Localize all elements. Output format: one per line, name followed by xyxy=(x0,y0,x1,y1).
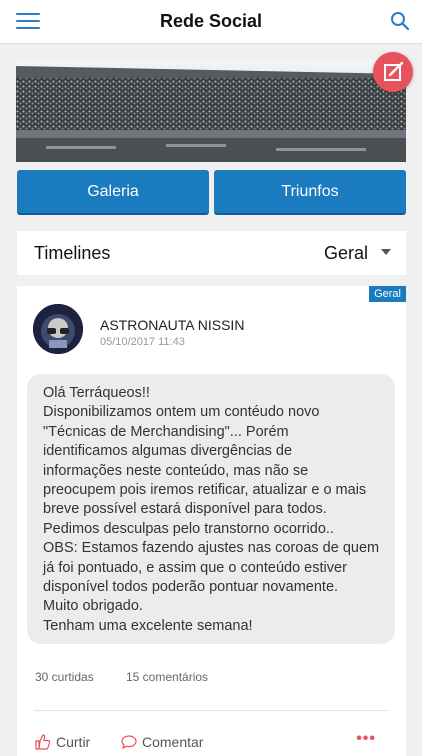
post-text-line: Disponibilizamos ontem um contéudo novo xyxy=(43,404,320,421)
post-text-line: Olá Terráqueos!! xyxy=(43,385,150,401)
comments-count[interactable]: 15 comentários xyxy=(126,670,208,684)
post-text-line: informações neste conteúdo, mas não se xyxy=(43,462,309,479)
post-card: Geral ASTRONAUTA NISSIN 05/10/2017 11:43… xyxy=(17,286,406,756)
comment-button[interactable]: Comentar xyxy=(121,734,203,750)
post-text-line: já foi pontuado, e assim que o conteúdo … xyxy=(43,559,347,576)
post-text-line: preocupem pois iremos retificar, atualiz… xyxy=(43,482,367,499)
post-text-line: "Técnicas de Merchandising"... Porém xyxy=(43,423,289,440)
search-icon[interactable] xyxy=(390,11,410,31)
timelines-label: Timelines xyxy=(34,243,111,263)
post-date: 05/10/2017 11:43 xyxy=(100,336,185,348)
post-text-line: Pedimos desculpas pelo transtorno ocorri… xyxy=(43,520,334,537)
post-text-line: disponível todos poderão pontuar novamen… xyxy=(43,579,339,596)
top-bar: Rede Social xyxy=(0,0,422,44)
post-content: Olá Terráqueos!! Disponibilizamos ontem … xyxy=(27,374,395,644)
post-author[interactable]: ASTRONAUTA NISSIN xyxy=(100,317,244,333)
comment-label: Comentar xyxy=(142,734,204,750)
likes-count[interactable]: 30 curtidas xyxy=(35,670,94,684)
chevron-down-icon[interactable] xyxy=(381,249,391,255)
gallery-button[interactable]: Galeria xyxy=(17,170,209,215)
triumphs-button[interactable]: Triunfos xyxy=(214,170,406,215)
edit-post-button[interactable] xyxy=(373,52,413,92)
thumbs-up-icon xyxy=(35,734,51,750)
stadium-banner-image xyxy=(16,60,406,162)
avatar[interactable] xyxy=(33,304,83,354)
timeline-select-value[interactable]: Geral xyxy=(324,243,368,264)
timelines-selector[interactable]: Timelines Geral xyxy=(17,231,406,275)
like-button[interactable]: Curtir xyxy=(35,734,90,750)
more-options-icon[interactable]: ••• xyxy=(356,731,376,747)
like-label: Curtir xyxy=(56,734,91,750)
post-text-line: breve possível estará disponível para to… xyxy=(43,501,327,518)
post-text-line: Muito obrigado. xyxy=(43,598,143,615)
post-text-line: OBS: Estamos fazendo ajustes nas coroas … xyxy=(43,540,380,557)
edit-icon xyxy=(384,61,404,81)
post-tag-badge: Geral xyxy=(369,286,406,302)
comment-bubble-icon xyxy=(121,735,137,750)
page-title: Rede Social xyxy=(159,11,263,31)
divider xyxy=(34,710,389,711)
post-text-line: Tenham uma excelente semana! xyxy=(43,617,253,634)
post-text-line: identificamos algumas divergências de xyxy=(43,443,293,460)
